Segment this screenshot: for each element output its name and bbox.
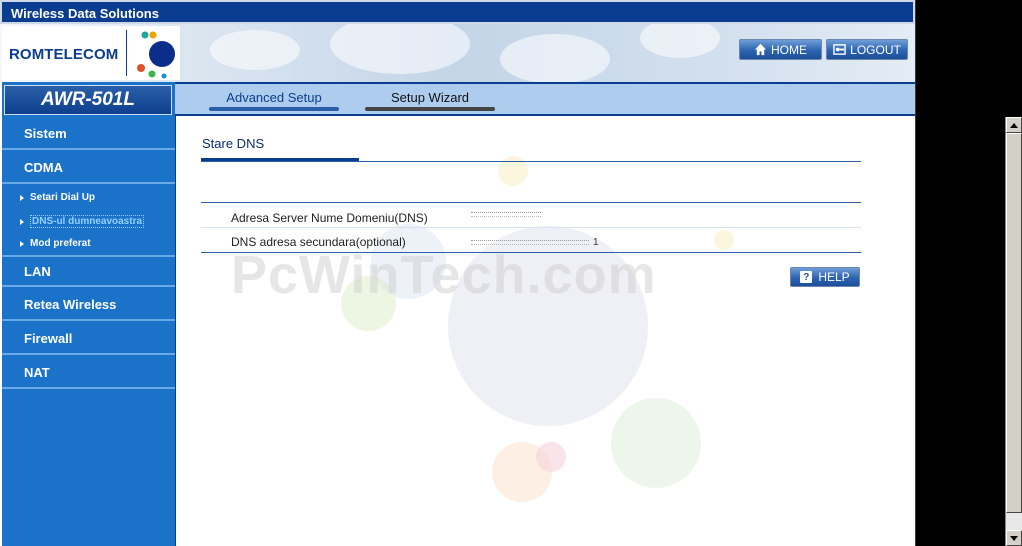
brand-dots-icon — [137, 31, 175, 79]
dns-secondary-label: DNS adresa secundara(optional) — [231, 235, 406, 249]
sidebar-item-sistem[interactable]: Sistem — [2, 118, 175, 150]
arrow-right-icon — [20, 240, 24, 247]
sidebar-item-retea-wireless[interactable]: Retea Wireless — [2, 289, 175, 321]
banner-cloud — [500, 34, 610, 82]
banner-cloud — [640, 24, 720, 58]
arrow-right-icon — [20, 194, 24, 201]
logout-button-label: LOGOUT — [850, 42, 901, 57]
logout-icon — [833, 44, 846, 55]
sidebar-subitem-dns[interactable]: DNS-ul dumneavoastra — [20, 215, 145, 228]
brand-name: ROMTELECOM — [9, 46, 119, 63]
device-model: AWR-501L — [4, 85, 172, 115]
sidebar-item-label: Sistem — [24, 125, 67, 141]
arrow-right-icon — [20, 218, 24, 225]
help-button-label: HELP — [818, 270, 850, 284]
redacted-value — [471, 211, 541, 217]
tab-label: Advanced Setup — [226, 89, 322, 105]
help-button[interactable]: ? HELP — [790, 267, 860, 287]
scroll-up-button[interactable] — [1006, 117, 1022, 133]
watermark: PcWinTech.com — [231, 245, 657, 305]
router-admin-frame: Wireless Data Solutions ROMTELECOM HOME — [0, 0, 916, 546]
sidebar-subitem-dial-up[interactable]: Setari Dial Up — [20, 192, 95, 203]
sidebar-item-nat[interactable]: NAT — [2, 357, 175, 389]
vertical-scrollbar[interactable] — [1005, 117, 1022, 546]
sidebar-item-label: NAT — [24, 364, 50, 380]
sidebar-item-label: LAN — [24, 263, 51, 279]
scroll-down-button[interactable] — [1006, 530, 1022, 546]
background-circle — [611, 398, 701, 488]
question-icon: ? — [800, 271, 813, 283]
sidebar-subitem-label: DNS-ul dumneavoastra — [30, 215, 145, 228]
main-content: PcWinTech.com Stare DNS Adresa Server Nu… — [176, 116, 914, 546]
sidebar-subitem-mod-preferat[interactable]: Mod preferat — [20, 238, 91, 249]
dns-primary-value — [471, 207, 545, 221]
sidebar-subitem-label: Mod preferat — [30, 238, 91, 249]
sidebar-item-cdma[interactable]: CDMA — [2, 152, 175, 184]
scrollbar-thumb[interactable] — [1006, 133, 1022, 513]
background-circle — [536, 442, 566, 472]
tab-advanced-setup[interactable]: Advanced Setup — [209, 86, 339, 111]
title-divider — [201, 161, 861, 162]
table-divider-middle — [201, 227, 861, 228]
arrow-down-icon — [1010, 535, 1018, 541]
banner-cloud — [330, 24, 470, 74]
sidebar-item-label: Retea Wireless — [24, 296, 117, 312]
header-banner: ROMTELECOM HOME LOGOUT — [0, 24, 915, 82]
background-circle — [714, 230, 734, 250]
dns-secondary-value: 1 — [471, 235, 599, 249]
tab-setup-wizard[interactable]: Setup Wizard — [365, 86, 495, 111]
tab-label: Setup Wizard — [390, 89, 470, 105]
arrow-up-icon — [1010, 122, 1018, 128]
home-button-label: HOME — [771, 42, 807, 57]
logo-divider — [126, 30, 127, 76]
dns-primary-label: Adresa Server Nume Domeniu(DNS) — [231, 211, 428, 225]
tab-bar: Advanced Setup Setup Wizard — [175, 82, 915, 116]
section-title: Stare DNS — [202, 136, 265, 151]
home-icon — [754, 43, 767, 56]
table-divider-top — [201, 202, 861, 203]
sidebar-nav: AWR-501L Sistem CDMA Setari Dial Up DNS-… — [2, 82, 176, 546]
window-title: Wireless Data Solutions — [11, 6, 159, 21]
sidebar-item-label: CDMA — [24, 159, 63, 175]
brand-logo: ROMTELECOM — [2, 26, 180, 80]
title-bar: Wireless Data Solutions — [0, 0, 915, 24]
home-button[interactable]: HOME — [739, 39, 822, 60]
sidebar-item-firewall[interactable]: Firewall — [2, 323, 175, 355]
banner-cloud — [210, 30, 300, 70]
table-divider-bottom — [201, 252, 861, 253]
redacted-value — [471, 239, 589, 245]
sidebar-item-lan[interactable]: LAN — [2, 255, 175, 287]
sidebar-item-label: Firewall — [24, 330, 73, 346]
sidebar-subitem-label: Setari Dial Up — [30, 192, 96, 203]
logout-button[interactable]: LOGOUT — [826, 39, 908, 60]
